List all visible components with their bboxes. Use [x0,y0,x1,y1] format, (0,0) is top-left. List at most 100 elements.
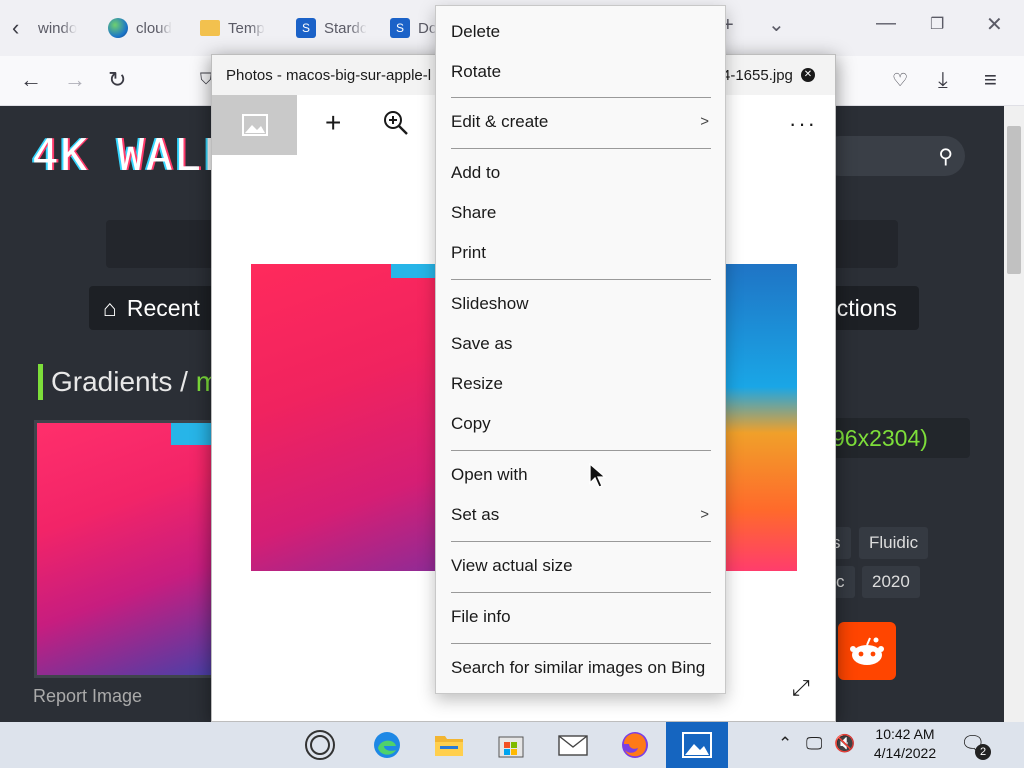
notification-count-badge: 2 [975,744,991,760]
tab-windows[interactable]: windo [38,14,86,42]
zoom-in-icon[interactable] [382,109,410,144]
photo-detail [725,264,797,571]
menu-item-label: Edit & create [451,112,549,131]
see-all-photos-button[interactable] [212,95,297,155]
menu-item-resize[interactable]: Resize [451,364,711,404]
site-nav-label: Recent [126,294,200,321]
volume-muted-icon[interactable]: 🔇 [834,734,855,754]
context-menu: Delete Rotate Edit & create > Add to Shar… [435,5,726,694]
tab-label: cloud [136,19,172,37]
photos-app-icon [682,732,712,758]
menu-item-slideshow[interactable]: Slideshow [451,284,711,324]
menu-separator [451,643,711,644]
menu-item-label: File info [451,607,511,626]
site-nav-recent[interactable]: ⌂ Recent [89,286,219,330]
menu-item-set-as[interactable]: Set as > [451,495,711,535]
add-icon[interactable]: + [325,109,341,137]
restore-icon[interactable]: ❐ [930,14,944,34]
menu-item-edit-create[interactable]: Edit & create > [451,102,711,142]
reddit-icon [850,637,884,665]
search-icon[interactable]: ⚲ [938,144,953,169]
clock-date: 4/14/2022 [873,745,937,761]
photos-title-tail: 4-1655.jpg [722,67,793,84]
stardock-icon: S [296,18,316,38]
menu-item-label: Share [451,203,497,222]
report-image-link[interactable]: Report Image [33,686,142,707]
menu-item-label: Slideshow [451,294,529,313]
taskbar-photos-active[interactable] [666,722,728,768]
page-scrollbar[interactable] [1004,106,1024,722]
menu-item-label: Set as [451,505,500,524]
resolution-badge: 96x2304) [826,418,970,458]
menu-item-label: Add to [451,163,501,182]
cortana-icon[interactable] [303,728,337,762]
more-options-icon[interactable]: ··· [789,111,817,137]
menu-item-delete[interactable]: Delete [451,12,711,52]
menu-item-label: Search for similar images on Bing [451,658,706,677]
chevron-down-icon[interactable]: ⌄ [768,12,785,37]
menu-icon[interactable]: ≡ [984,68,997,92]
reload-icon[interactable]: ↻ [108,68,126,92]
download-icon[interactable]: ⤓ [938,68,948,92]
tab-scroll-left-icon[interactable]: ‹ [12,16,19,40]
menu-separator [451,541,711,542]
minimize-icon[interactable]: — [876,12,896,35]
scrollbar-thumb[interactable] [1007,126,1021,274]
globe-icon [108,18,128,38]
menu-separator [451,450,711,451]
chevron-up-icon[interactable]: ⌃ [778,734,792,754]
wallpaper-thumbnail[interactable] [34,420,214,678]
system-clock[interactable]: 10:42 AM 4/14/2022 [866,725,944,763]
clock-time: 10:42 AM [875,726,935,742]
close-icon[interactable]: ✕ [801,68,815,82]
menu-item-print[interactable]: Print [451,233,711,273]
menu-item-copy[interactable]: Copy [451,404,711,444]
menu-item-search-bing[interactable]: Search for similar images on Bing [451,648,711,688]
microsoft-store-icon[interactable] [494,728,528,762]
pocket-icon[interactable]: ♡ [892,68,908,92]
close-icon[interactable]: ✕ [986,12,1003,37]
tab-label: Do [418,19,436,37]
menu-item-label: Print [451,243,486,262]
mouse-pointer-icon [589,463,607,488]
firefox-icon[interactable] [618,728,652,762]
menu-item-open-with[interactable]: Open with [451,455,711,495]
tab-temp[interactable]: Temp [200,14,270,42]
site-search-input[interactable]: ⚲ [820,136,965,176]
tag[interactable]: 2020 [862,566,920,598]
menu-item-view-actual-size[interactable]: View actual size [451,546,711,586]
menu-separator [451,279,711,280]
menu-item-share[interactable]: Share [451,193,711,233]
photos-title: Photos - macos-big-sur-apple-l [226,67,432,84]
reddit-share-button[interactable] [838,622,896,680]
menu-item-file-info[interactable]: File info [451,597,711,637]
menu-item-label: Open with [451,465,528,484]
fullscreen-expand-icon[interactable]: ⤢ [792,675,810,701]
menu-separator [451,592,711,593]
menu-item-add-to[interactable]: Add to [451,153,711,193]
mail-icon[interactable] [556,728,590,762]
page-title: Gradients / m [38,364,219,400]
menu-item-label: Save as [451,334,513,353]
tab-cloud[interactable]: cloud [108,14,178,42]
stardock-icon: S [390,18,410,38]
tag[interactable]: Fluidic [859,527,929,559]
network-icon[interactable]: 🖵 [806,734,822,754]
tab-label: windo [38,19,78,37]
edge-icon[interactable] [370,728,404,762]
tab-stardock[interactable]: S Stardc [296,14,366,42]
forward-icon[interactable]: → [64,68,86,92]
file-explorer-icon[interactable] [432,728,466,762]
tab-label: Temp [228,19,265,37]
menu-item-save-as[interactable]: Save as [451,324,711,364]
chevron-right-icon: > [700,113,709,130]
menu-item-rotate[interactable]: Rotate [451,52,711,92]
menu-item-label: Resize [451,374,503,393]
tab-document[interactable]: S Do [390,14,436,42]
menu-separator [451,97,711,98]
menu-item-label: Delete [451,22,501,41]
menu-item-label: Copy [451,414,491,433]
menu-item-label: Rotate [451,62,502,81]
heading-text: Gradients / [51,366,196,397]
back-icon[interactable]: ← [20,68,42,92]
